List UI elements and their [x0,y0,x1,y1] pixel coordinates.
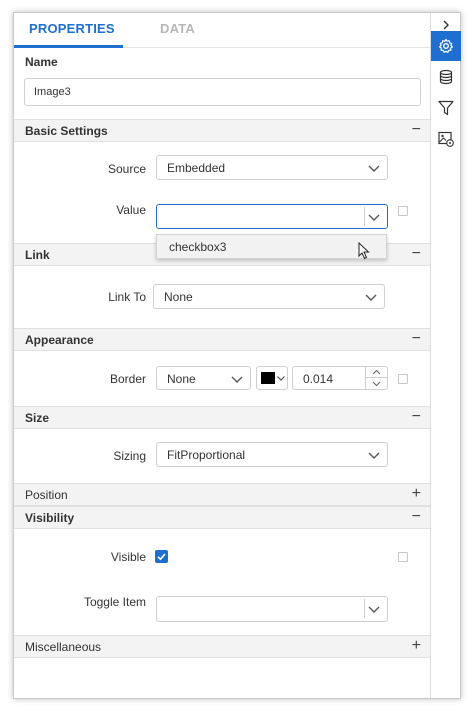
section-title: Position [25,488,68,502]
chevron-down-icon [368,165,380,172]
expand-icon[interactable]: + [412,637,421,655]
active-tab-indicator [14,45,123,48]
source-value: Embedded [167,161,226,175]
border-label: Border [109,372,146,386]
section-size[interactable]: Size − [14,406,430,429]
mouse-cursor-icon [358,242,370,260]
toggle-item-dropdown[interactable] [156,596,388,622]
visible-expression-checkbox[interactable] [398,552,408,562]
source-label: Source [107,162,146,176]
section-basic-settings[interactable]: Basic Settings − [14,119,430,142]
section-title: Basic Settings [25,124,108,138]
section-title: Visibility [25,511,75,525]
name-label: Name [25,55,58,69]
name-input[interactable]: Image3 [24,78,421,106]
value-dropdown-popup: checkbox3 [156,234,387,259]
value-dropdown[interactable] [156,204,388,229]
source-dropdown[interactable]: Embedded [156,155,388,180]
border-style-dropdown[interactable]: None [156,366,251,390]
dropdown-separator [364,207,365,226]
chevron-down-icon [372,381,381,387]
dropdown-option[interactable]: checkbox3 [169,240,226,254]
section-visibility[interactable]: Visibility − [14,506,430,529]
link-to-label: Link To [108,290,146,304]
spin-down-button[interactable] [366,378,387,389]
expand-icon[interactable]: + [412,485,421,503]
section-title: Appearance [25,333,94,347]
visible-label: Visible [110,550,146,564]
collapse-icon[interactable]: − [412,121,421,139]
tab-bar: PROPERTIES DATA [14,13,430,48]
spin-up-button[interactable] [366,367,387,378]
collapse-icon[interactable]: − [412,508,421,526]
border-width-value: 0.014 [303,372,334,386]
chevron-down-icon [368,452,380,459]
border-color-picker[interactable] [256,366,288,390]
section-title: Miscellaneous [25,640,102,654]
properties-main: PROPERTIES DATA Name Image3 Basic Settin… [14,13,430,698]
tab-properties[interactable]: PROPERTIES [29,21,115,36]
gear-icon [439,38,453,53]
collapse-icon[interactable]: − [412,408,421,426]
numeric-spinner [365,367,387,389]
value-expression-checkbox[interactable] [398,206,408,216]
chevron-down-icon [365,294,377,301]
dropdown-separator [364,599,365,618]
border-width-input[interactable]: 0.014 [292,366,388,390]
rail-filter-button[interactable] [431,93,461,123]
chevron-down-icon [277,376,285,381]
chevron-right-icon[interactable] [440,19,452,31]
filter-icon [438,100,454,116]
border-expression-checkbox[interactable] [398,374,408,384]
chevron-up-icon [372,369,381,375]
tab-data[interactable]: DATA [160,21,195,36]
collapse-icon[interactable]: − [412,245,421,263]
border-style-value: None [167,372,196,386]
chevron-down-icon[interactable] [367,602,381,616]
side-rail [430,13,461,698]
section-title: Link [25,248,50,262]
visible-checkbox[interactable] [155,550,168,563]
toggle-item-label: Toggle Item [83,595,146,609]
sizing-dropdown[interactable]: FitProportional [156,442,388,467]
database-icon [439,69,453,85]
checkmark-icon [157,553,166,561]
link-to-value: None [164,290,193,304]
section-position[interactable]: Position + [14,483,430,506]
chevron-down-icon [231,376,243,383]
section-appearance[interactable]: Appearance − [14,328,430,351]
color-swatch [261,372,275,384]
collapse-icon[interactable]: − [412,330,421,348]
rail-properties-button[interactable] [431,31,461,61]
link-to-dropdown[interactable]: None [153,284,385,309]
rail-data-button[interactable] [431,62,461,92]
value-label: Value [116,203,146,217]
sizing-label: Sizing [113,449,146,463]
chevron-down-icon[interactable] [367,210,381,224]
rail-image-settings-button[interactable] [431,124,461,154]
properties-panel: PROPERTIES DATA Name Image3 Basic Settin… [13,12,461,699]
section-title: Size [25,411,50,425]
section-miscellaneous[interactable]: Miscellaneous + [14,635,430,658]
image-settings-icon [438,131,454,147]
sizing-value: FitProportional [167,448,246,462]
